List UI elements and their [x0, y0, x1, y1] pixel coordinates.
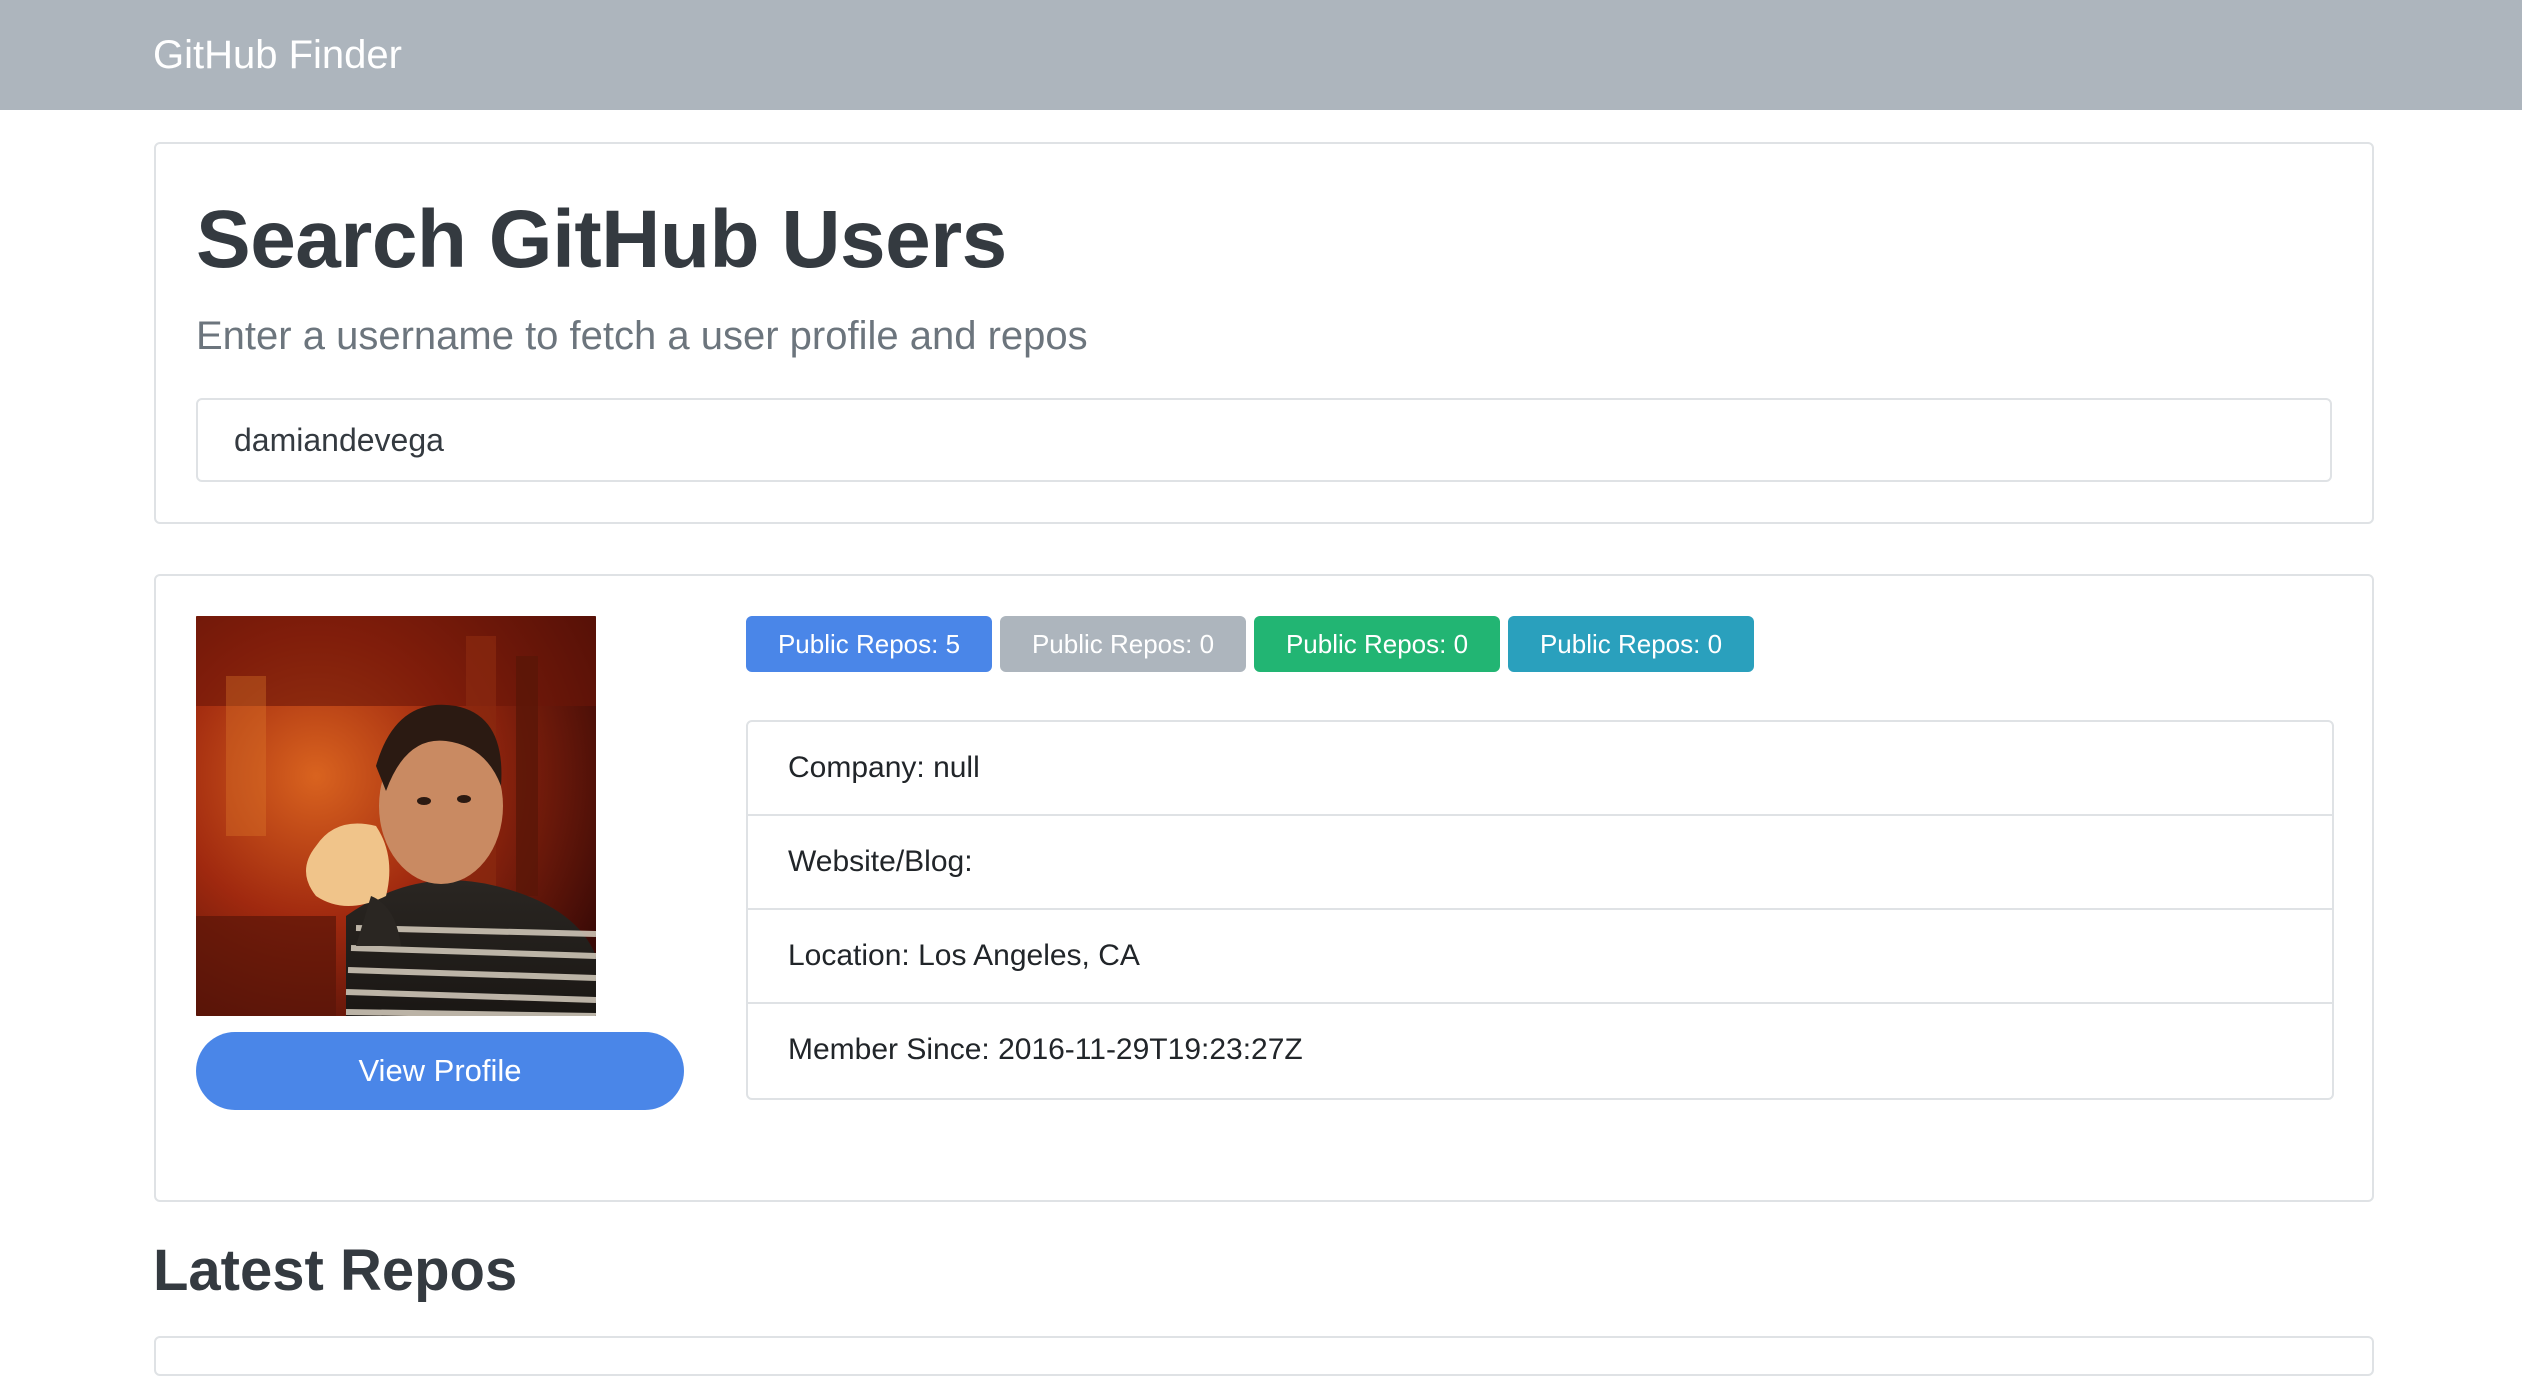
navbar: GitHub Finder [0, 0, 2522, 110]
view-profile-button[interactable]: View Profile [196, 1032, 684, 1110]
detail-member-since: Member Since: 2016-11-29T19:23:27Z [788, 1033, 1303, 1066]
detail-location: Location: Los Angeles, CA [748, 910, 2332, 1004]
detail-company: Company: null [748, 722, 2332, 816]
badge-info-stat: Public Repos: 0 [1508, 616, 1754, 672]
search-card: Search GitHub Users Enter a username to … [154, 142, 2374, 524]
badge-public-repos: Public Repos: 5 [746, 616, 992, 672]
search-title: Search GitHub Users [196, 194, 1007, 285]
badge-success-stat: Public Repos: 0 [1254, 616, 1500, 672]
search-user-input[interactable] [196, 398, 2332, 482]
avatar-image [196, 616, 596, 1016]
latest-repos-heading: Latest Repos [153, 1238, 518, 1303]
user-avatar [196, 616, 596, 1016]
detail-website: Website/Blog: [748, 816, 2332, 910]
profile-card: View Profile Public Repos: 5 Public Repo… [154, 574, 2374, 1202]
profile-details-list: Company: null Website/Blog: Location: Lo… [746, 720, 2334, 1100]
badge-secondary-stat: Public Repos: 0 [1000, 616, 1246, 672]
repos-card [154, 1336, 2374, 1376]
brand-link[interactable]: GitHub Finder [153, 29, 402, 81]
search-lead: Enter a username to fetch a user profile… [196, 314, 1088, 358]
